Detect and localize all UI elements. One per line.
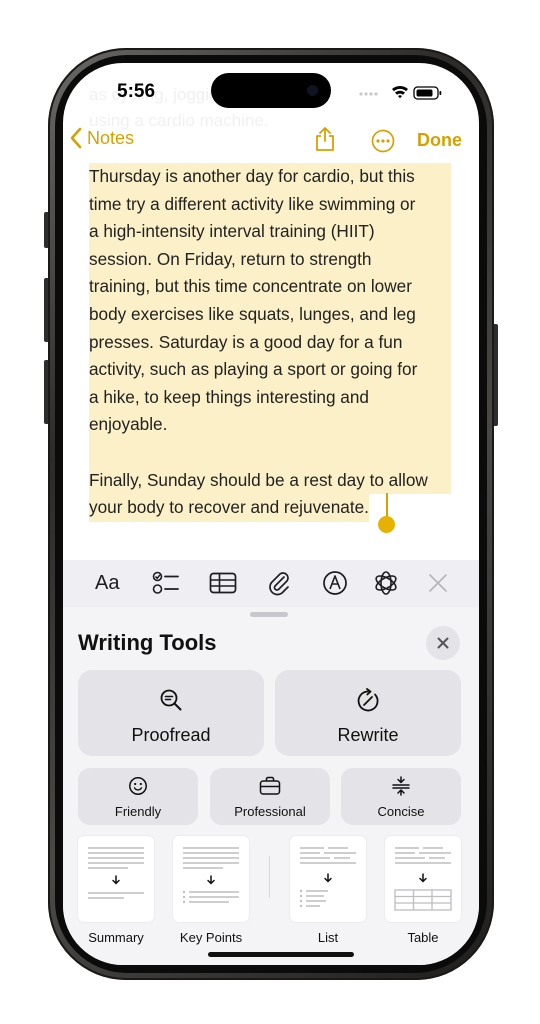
down-arrow-icon bbox=[112, 875, 120, 885]
proofread-label: Proofread bbox=[131, 725, 211, 745]
table-icon bbox=[209, 572, 237, 594]
concise-label: Concise bbox=[377, 804, 425, 819]
briefcase-icon bbox=[259, 776, 281, 795]
table-label: Table bbox=[407, 930, 439, 945]
markup-icon bbox=[323, 571, 347, 595]
format-button[interactable]: Aa bbox=[95, 570, 119, 596]
close-icon bbox=[437, 637, 449, 649]
note-blank-line bbox=[89, 438, 451, 467]
note-line: activity, such as playing a sport or goi… bbox=[89, 356, 451, 384]
dynamic-island bbox=[211, 73, 331, 108]
attachment-button[interactable] bbox=[267, 570, 291, 596]
markup-button[interactable] bbox=[322, 570, 348, 596]
rewrite-icon bbox=[357, 688, 379, 712]
wifi-icon bbox=[392, 85, 408, 99]
dismiss-toolbar-button[interactable] bbox=[428, 570, 448, 596]
concise-button[interactable]: Concise bbox=[341, 768, 461, 825]
smiley-icon bbox=[129, 777, 147, 795]
note-line: presses. Saturday is a good day for a fu… bbox=[89, 328, 451, 357]
battery-icon bbox=[413, 86, 442, 100]
close-icon bbox=[429, 574, 447, 592]
note-line: body exercises like squats, lunges, and … bbox=[89, 300, 451, 329]
cellular-icon bbox=[359, 92, 378, 96]
share-icon bbox=[316, 127, 334, 151]
down-arrow-icon bbox=[324, 873, 332, 883]
professional-label: Professional bbox=[234, 804, 306, 819]
list-button[interactable]: List bbox=[290, 836, 366, 945]
concise-icon bbox=[392, 776, 410, 796]
chevron-left-icon bbox=[70, 127, 82, 149]
selection-handle-knob[interactable] bbox=[378, 516, 395, 533]
summary-thumbnail bbox=[78, 836, 154, 922]
back-label: Notes bbox=[87, 127, 135, 148]
note-line: enjoyable. bbox=[89, 411, 451, 439]
writing-tools-button[interactable] bbox=[372, 570, 400, 596]
status-time: 5:56 bbox=[117, 81, 156, 102]
table-thumbnail bbox=[385, 836, 461, 922]
checklist-icon bbox=[152, 571, 179, 594]
home-indicator[interactable] bbox=[208, 952, 354, 957]
table-format-button[interactable]: Table bbox=[385, 836, 461, 945]
rewrite-label: Rewrite bbox=[337, 725, 399, 745]
note-line: training, but this time concentrate on l… bbox=[89, 273, 451, 301]
sheet-grabber[interactable] bbox=[250, 612, 288, 617]
key-points-button[interactable]: Key Points bbox=[173, 836, 249, 945]
status-icons bbox=[359, 85, 449, 100]
done-button[interactable]: Done bbox=[417, 130, 462, 151]
down-arrow-icon bbox=[419, 873, 427, 883]
list-label: List bbox=[317, 930, 339, 945]
note-line: a hike, to keep things interesting and bbox=[89, 383, 451, 412]
table-button[interactable] bbox=[209, 570, 237, 596]
more-icon bbox=[371, 129, 395, 153]
professional-button[interactable]: Professional bbox=[210, 768, 330, 825]
note-line: Thursday is another day for cardio, but … bbox=[89, 163, 451, 191]
key-points-thumbnail bbox=[173, 836, 249, 922]
back-button[interactable]: Notes bbox=[69, 127, 134, 149]
summary-button[interactable]: Summary bbox=[78, 836, 154, 945]
note-line: time try a different activity like swimm… bbox=[89, 190, 451, 219]
down-arrow-icon bbox=[207, 875, 215, 885]
key-points-label: Key Points bbox=[179, 930, 243, 945]
checklist-button[interactable] bbox=[152, 570, 180, 596]
list-thumbnail bbox=[290, 836, 366, 922]
share-button[interactable] bbox=[314, 126, 336, 157]
note-line: a high-intensity interval training (HIIT… bbox=[89, 218, 451, 246]
summary-label: Summary bbox=[88, 930, 144, 945]
close-sheet-button[interactable] bbox=[426, 626, 460, 660]
friendly-button[interactable]: Friendly bbox=[78, 768, 198, 825]
paperclip-icon bbox=[269, 572, 289, 596]
note-line: Finally, Sunday should be a rest day to … bbox=[89, 466, 451, 495]
writing-tools-sheet: Writing Tools Proofread Rewrite Friendly… bbox=[63, 607, 479, 965]
rewrite-button[interactable]: Rewrite bbox=[275, 670, 461, 756]
sheet-title: Writing Tools bbox=[78, 630, 217, 655]
format-divider bbox=[269, 856, 270, 898]
more-button[interactable] bbox=[371, 129, 395, 158]
proofread-icon bbox=[160, 689, 182, 711]
format-toolbar: Aa bbox=[63, 560, 479, 607]
writing-tools-icon bbox=[375, 571, 397, 595]
note-line: session. On Friday, return to strength bbox=[89, 245, 451, 274]
note-body[interactable]: Thursday is another day for cardio, but … bbox=[89, 163, 451, 522]
note-line: your body to recover and rejuvenate. bbox=[89, 494, 369, 522]
friendly-label: Friendly bbox=[114, 804, 162, 819]
screen: as cycling, jogging, or using a cardio m… bbox=[63, 63, 479, 965]
proofread-button[interactable]: Proofread bbox=[78, 670, 264, 756]
